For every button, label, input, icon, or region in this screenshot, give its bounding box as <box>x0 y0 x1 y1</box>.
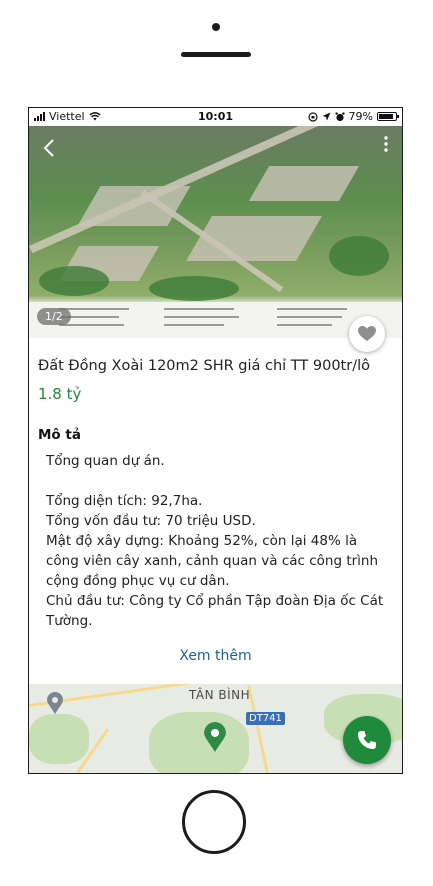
description-body: Tổng quan dự án. Tổng diện tích: 92,7ha.… <box>46 451 391 631</box>
front-camera <box>212 23 220 31</box>
description-line: Tổng diện tích: 92,7ha. <box>46 493 203 509</box>
photo-counter: 1/2 <box>37 308 71 325</box>
map-area-label: TÂN BÌNH <box>189 688 251 702</box>
battery-icon <box>377 112 399 121</box>
location-arrow-icon <box>322 112 331 121</box>
description-blank-line <box>46 471 391 491</box>
status-bar: Viettel 10:01 79% <box>29 108 402 126</box>
alarm-icon <box>334 111 345 121</box>
phone-icon <box>358 731 376 749</box>
description-line: Tổng quan dự án. <box>46 453 165 469</box>
location-pin-icon <box>47 692 63 714</box>
back-button[interactable] <box>43 138 55 164</box>
listing-photo[interactable]: 1/2 <box>29 126 402 338</box>
location-pin-icon <box>204 722 226 752</box>
see-more-link[interactable]: Xem thêm <box>29 648 402 664</box>
description-line: Mật độ xây dựng: Khoảng 52%, còn lại 48%… <box>46 533 379 589</box>
back-arrow-icon <box>43 139 54 157</box>
earpiece-speaker <box>181 52 251 57</box>
description-line: Tổng vốn đầu tư: 70 triệu USD. <box>46 513 256 529</box>
road-badge: DT741 <box>246 712 285 725</box>
phone-screen: Viettel 10:01 79% 1/2 Đất Đồng Xoài 120m… <box>28 107 403 774</box>
listing-price: 1.8 tỷ <box>38 385 82 403</box>
call-button[interactable] <box>343 716 391 764</box>
heart-icon <box>358 326 376 341</box>
listing-title: Đất Đồng Xoài 120m2 SHR giá chỉ TT 900tr… <box>38 358 370 374</box>
favorite-button[interactable] <box>349 316 385 352</box>
legend-strip <box>29 302 402 338</box>
more-options-button[interactable] <box>384 136 388 152</box>
description-line: Chủ đầu tư: Công ty Cổ phần Tập đoàn Địa… <box>46 593 384 629</box>
home-button[interactable] <box>182 790 246 854</box>
more-vertical-icon <box>384 136 388 152</box>
rotation-lock-icon <box>307 111 318 122</box>
description-heading: Mô tả <box>38 427 81 443</box>
battery-percent: 79% <box>348 110 373 123</box>
